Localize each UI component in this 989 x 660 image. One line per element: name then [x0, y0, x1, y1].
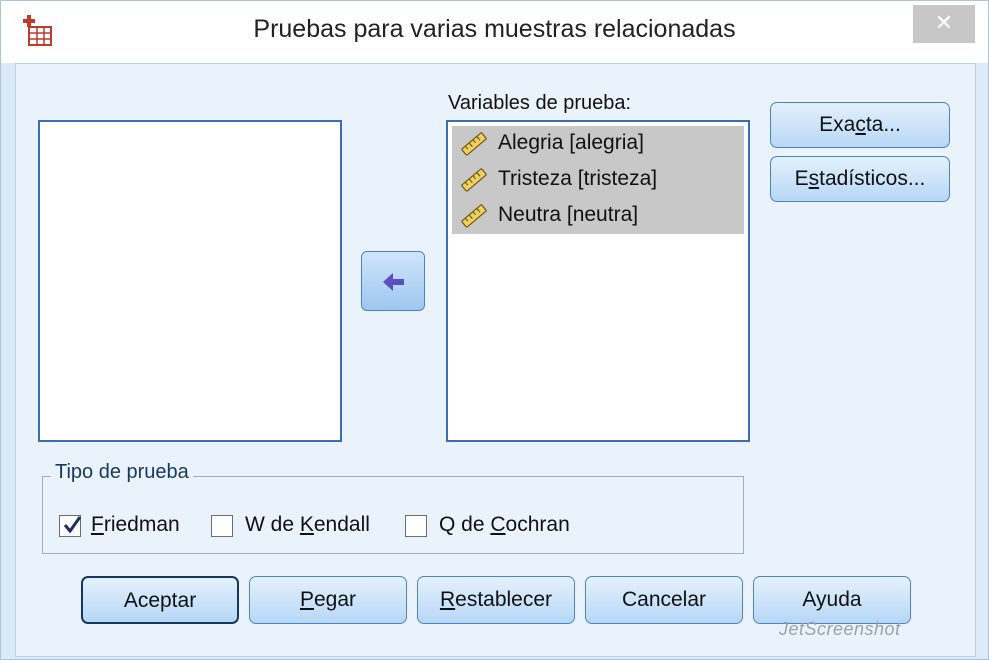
test-type-group: Tipo de prueba Friedman W de Kendall Q d… — [42, 461, 744, 554]
list-item-label: Alegria [alegria] — [498, 131, 644, 154]
statistics-button[interactable]: Estadísticos... — [770, 156, 950, 202]
close-icon: ✕ — [934, 10, 954, 35]
test-type-label: Tipo de prueba — [51, 461, 193, 484]
test-variables-label: Variables de prueba: — [448, 92, 632, 114]
window-title: Pruebas para varias muestras relacionada… — [253, 15, 736, 43]
exact-button[interactable]: Exacta... — [770, 102, 950, 148]
reset-button[interactable]: Restablecer — [417, 576, 575, 624]
list-item-alegria[interactable]: Alegria [alegria] — [452, 126, 744, 162]
paste-button[interactable]: Pegar — [249, 576, 407, 624]
move-variable-button[interactable] — [361, 251, 425, 311]
title-bar[interactable]: Pruebas para varias muestras relacionada… — [1, 1, 988, 63]
list-item-tristeza[interactable]: Tristeza [tristeza] — [452, 162, 744, 198]
list-item-label: Neutra [neutra] — [498, 203, 639, 226]
cochran-label[interactable]: Q de Cochran — [439, 513, 570, 537]
kendall-checkbox[interactable] — [211, 515, 233, 537]
list-item-neutra[interactable]: Neutra [neutra] — [452, 198, 744, 234]
friedman-checkbox[interactable] — [59, 515, 82, 537]
source-variable-list[interactable] — [38, 120, 342, 442]
arrow-left-icon — [383, 273, 404, 291]
checkmark-icon — [63, 516, 82, 534]
list-item-label: Tristeza [tristeza] — [498, 167, 658, 190]
cancel-button[interactable]: Cancelar — [585, 576, 743, 624]
dialog-window: Pruebas para varias muestras relacionada… — [0, 0, 989, 660]
dialog-body: Variables de prueba: Alegria [alegria] T… — [15, 63, 976, 657]
ruler-scale-icon — [461, 168, 487, 192]
ok-button[interactable]: Aceptar — [81, 576, 239, 624]
cochran-checkbox[interactable] — [405, 515, 427, 537]
ruler-scale-icon — [461, 132, 487, 156]
friedman-label[interactable]: Friedman — [91, 513, 180, 537]
help-button[interactable]: Ayuda — [753, 576, 911, 624]
kendall-label[interactable]: W de Kendall — [245, 513, 370, 537]
ruler-scale-icon — [461, 204, 487, 228]
close-button[interactable]: ✕ — [913, 5, 975, 43]
watermark: JetScreenshot — [779, 619, 901, 639]
test-variables-list[interactable]: Alegria [alegria] Tristeza [tristeza] Ne… — [446, 120, 750, 442]
